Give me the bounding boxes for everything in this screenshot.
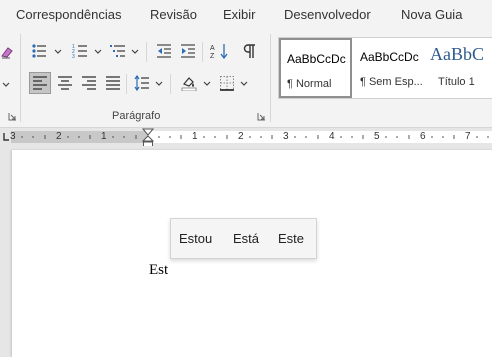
ruler-number: 2 [56, 131, 62, 142]
bullets-dropdown-icon[interactable] [54, 49, 62, 55]
ruler-number: 3 [10, 131, 16, 142]
ruler-number: 6 [420, 131, 426, 142]
style-no-spacing[interactable]: AaBbCcDc ¶ Sem Esp... [354, 38, 424, 98]
divider [170, 74, 171, 94]
style-normal[interactable]: AaBbCcDc ¶ Normal [279, 38, 352, 98]
group-divider [20, 34, 21, 122]
style-heading-1[interactable]: AaBbC Título 1 [424, 38, 492, 98]
multilevel-list-icon[interactable] [110, 43, 126, 59]
align-right-icon[interactable] [81, 75, 97, 91]
numbering-dropdown-icon[interactable] [94, 49, 102, 55]
decrease-indent-icon[interactable] [156, 43, 172, 59]
pilcrow-icon[interactable] [242, 43, 258, 59]
document-text[interactable]: Est [149, 262, 168, 279]
chevron-down-icon[interactable] [2, 82, 10, 88]
svg-text:A: A [210, 45, 215, 52]
numbering-icon[interactable]: 1 2 3 [72, 43, 88, 59]
ribbon-tab-bar: Correspondências Revisão Exibir Desenvol… [0, 0, 492, 30]
divider [202, 42, 203, 62]
shading-dropdown-icon[interactable] [203, 81, 211, 87]
line-spacing-dropdown-icon[interactable] [155, 81, 163, 87]
styles-gallery: AaBbCcDc ¶ Normal AaBbCcDc ¶ Sem Esp... … [278, 37, 492, 99]
ruler-number: 1 [101, 131, 107, 142]
align-center-icon[interactable] [57, 75, 73, 91]
align-left-icon[interactable] [32, 75, 48, 91]
ruler-number: 2 [238, 131, 244, 142]
divider [146, 42, 147, 62]
tab-revisao[interactable]: Revisão [150, 7, 197, 22]
style-sample: AaBbC [430, 44, 484, 64]
tab-stop-icon[interactable] [2, 131, 10, 143]
style-sample: AaBbCcDc [287, 52, 346, 66]
svg-text:Z: Z [210, 53, 215, 59]
ruler-number: 4 [329, 131, 335, 142]
ruler-number: 5 [374, 131, 380, 142]
ruler-number: 7 [465, 131, 471, 142]
borders-icon[interactable] [219, 75, 235, 91]
shading-icon[interactable] [181, 75, 197, 91]
style-name: Título 1 [438, 76, 475, 88]
bullets-icon[interactable] [31, 43, 47, 59]
style-name: ¶ Normal [287, 78, 332, 90]
justify-icon[interactable] [105, 75, 121, 91]
ruler-ticks [21, 135, 489, 139]
line-spacing-icon[interactable] [134, 75, 150, 91]
tab-nova-guia[interactable]: Nova Guia [401, 7, 462, 22]
tab-correspondencias[interactable]: Correspondências [16, 7, 122, 22]
suggestion-estou[interactable]: Estou [179, 231, 212, 246]
paragraph-dialog-launcher-icon[interactable] [257, 112, 266, 121]
suggestion-esta[interactable]: Está [233, 231, 259, 246]
eraser-icon[interactable] [0, 44, 16, 60]
paragraph-group-label: Parágrafo [112, 110, 161, 122]
style-name: ¶ Sem Esp... [360, 76, 423, 88]
borders-dropdown-icon[interactable] [240, 81, 248, 87]
multilevel-dropdown-icon[interactable] [131, 49, 139, 55]
sort-icon[interactable]: A Z [210, 43, 230, 59]
divider [126, 74, 127, 94]
tab-exibir[interactable]: Exibir [223, 7, 256, 22]
dialog-launcher-icon[interactable] [8, 112, 17, 121]
tab-desenvolvedor[interactable]: Desenvolvedor [284, 7, 371, 22]
increase-indent-icon[interactable] [180, 43, 196, 59]
group-divider [270, 34, 271, 122]
ruler-number: 3 [283, 131, 289, 142]
autocomplete-popup: Estou Está Este [170, 218, 317, 259]
ruler-number: 1 [192, 131, 198, 142]
suggestion-este[interactable]: Este [278, 231, 304, 246]
style-sample: AaBbCcDc [360, 50, 419, 64]
svg-text:3: 3 [72, 54, 75, 59]
